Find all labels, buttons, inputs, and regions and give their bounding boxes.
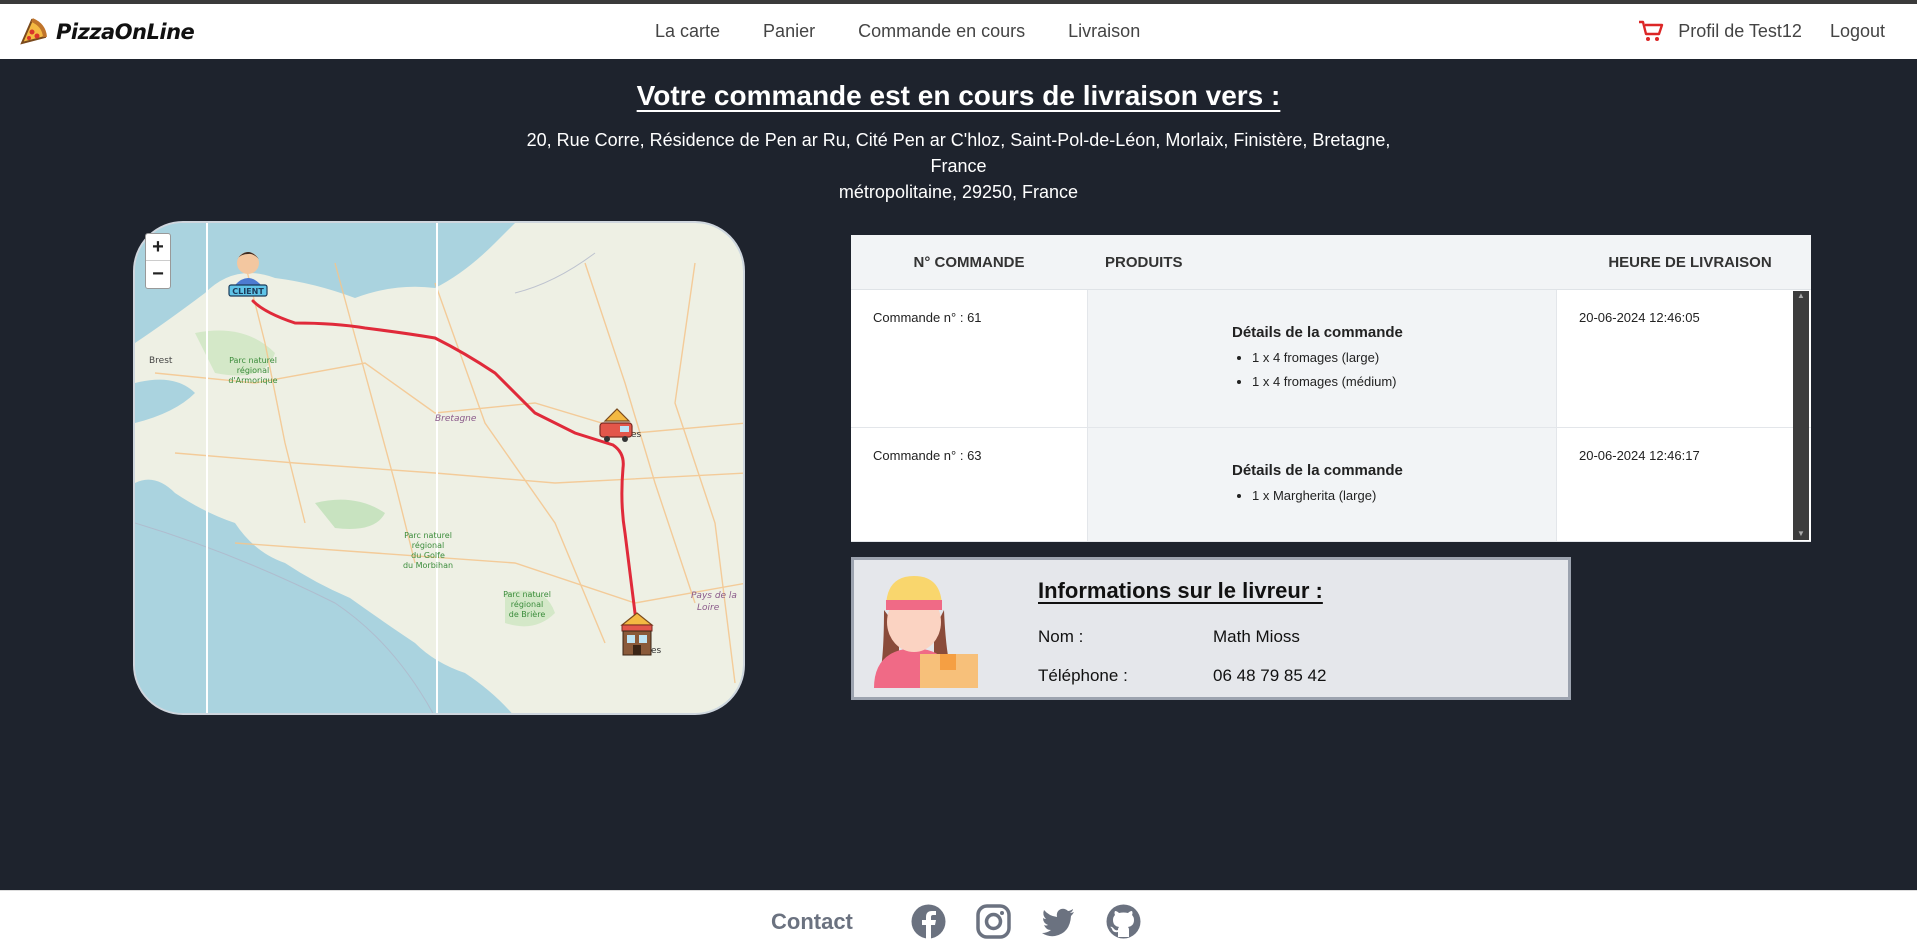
order-number: Commande n° : 63 xyxy=(873,448,982,463)
zoom-out-button[interactable]: − xyxy=(146,261,170,288)
map-label-nantes: es xyxy=(651,646,662,656)
page-title: Votre commande est en cours de livraison… xyxy=(636,80,1281,111)
table-row: Commande n° : 61 Détails de la commande … xyxy=(851,290,1811,428)
order-number: Commande n° : 61 xyxy=(873,310,982,325)
map-label-briere-2: régional xyxy=(511,599,543,609)
map-label-briere-1: Parc naturel xyxy=(503,590,551,599)
map-label-armorique-3: d'Armorique xyxy=(228,376,277,385)
address-line-2: métropolitaine, 29250, France xyxy=(838,182,1079,202)
courier-avatar-icon xyxy=(874,576,978,688)
nav-panier[interactable]: Panier xyxy=(763,21,815,42)
pizza-logo-icon xyxy=(20,18,47,45)
map-zoom-control: + − xyxy=(145,233,171,289)
cart-icon[interactable] xyxy=(1638,19,1664,43)
main-nav: La carte Panier Commande en cours Livrai… xyxy=(655,21,1140,42)
github-icon[interactable] xyxy=(1105,903,1142,940)
delivery-time: 20-06-2024 12:46:05 xyxy=(1579,310,1700,325)
scroll-up-icon[interactable]: ▲ xyxy=(1793,291,1809,300)
map-label-briere-3: de Brière xyxy=(509,609,546,619)
instagram-icon[interactable] xyxy=(975,903,1012,940)
map-label-bretagne: Bretagne xyxy=(435,414,477,424)
table-scrollbar[interactable]: ▲ ▼ xyxy=(1793,291,1809,540)
courier-phone-label: Téléphone : xyxy=(1038,666,1128,685)
courier-title: Informations sur le livreur : xyxy=(1038,578,1323,603)
map-label-brest: Brest xyxy=(149,356,173,366)
list-item: 1 x 4 fromages (médium) xyxy=(1252,374,1556,389)
footer: Contact xyxy=(0,890,1917,950)
facebook-icon[interactable] xyxy=(910,903,947,940)
nav-commande-en-cours[interactable]: Commande en cours xyxy=(858,21,1025,42)
order-items-list: 1 x 4 fromages (large) 1 x 4 fromages (m… xyxy=(1232,350,1556,389)
twitter-icon[interactable] xyxy=(1040,903,1077,940)
list-item: 1 x 4 fromages (large) xyxy=(1252,350,1556,365)
map-label-morbihan-2: régional xyxy=(412,540,444,550)
nav-logout[interactable]: Logout xyxy=(1830,21,1885,42)
map-label-morbihan-4: du Morbihan xyxy=(403,561,453,570)
map-label-pays-loire-2: Loire xyxy=(697,603,720,613)
brand[interactable]: PizzaOnLine xyxy=(18,17,195,47)
footer-contact: Contact xyxy=(771,909,853,934)
orders-table: N° COMMANDE PRODUITS HEURE DE LIVRAISON … xyxy=(851,235,1811,542)
header-order-number: N° COMMANDE xyxy=(913,253,1025,271)
courier-phone-row: Téléphone : 06 48 79 85 42 xyxy=(1038,666,1326,686)
map-label-armorique-1: Parc naturel xyxy=(229,356,277,365)
nav-profile[interactable]: Profil de Test12 xyxy=(1678,21,1802,42)
social-links xyxy=(910,903,1142,940)
header-products: PRODUITS xyxy=(1105,253,1183,271)
delivery-map[interactable]: Brest Bretagne Parc naturel régional d'A… xyxy=(133,221,745,715)
client-marker-label: CLIENT xyxy=(232,287,264,296)
order-items-list: 1 x Margherita (large) xyxy=(1232,488,1556,503)
order-products: Détails de la commande 1 x 4 fromages (l… xyxy=(1087,290,1557,427)
orders-table-header: N° COMMANDE PRODUITS HEURE DE LIVRAISON xyxy=(851,235,1811,290)
courier-name-row: Nom : Math Mioss xyxy=(1038,627,1300,647)
map-label-morbihan-1: Parc naturel xyxy=(404,531,452,540)
courier-info-card: Informations sur le livreur : Nom : Math… xyxy=(851,557,1571,700)
delivery-address: 20, Rue Corre, Résidence de Pen ar Ru, C… xyxy=(500,127,1417,205)
courier-name: Math Mioss xyxy=(1213,627,1300,646)
brand-name: PizzaOnLine xyxy=(56,20,195,44)
nav-right: Profil de Test12 Logout xyxy=(1638,19,1885,43)
nav-livraison[interactable]: Livraison xyxy=(1068,21,1140,42)
nav-la-carte[interactable]: La carte xyxy=(655,21,720,42)
map-label-pays-loire-1: Pays de la xyxy=(691,591,737,601)
navbar: PizzaOnLine La carte Panier Commande en … xyxy=(0,4,1917,59)
address-line-1: 20, Rue Corre, Résidence de Pen ar Ru, C… xyxy=(526,130,1391,176)
map-label-armorique-2: régional xyxy=(237,365,269,375)
map-label-morbihan-3: du Golfe xyxy=(411,551,445,560)
table-row: Commande n° : 63 Détails de la commande … xyxy=(851,428,1811,542)
list-item: 1 x Margherita (large) xyxy=(1252,488,1556,503)
zoom-in-button[interactable]: + xyxy=(146,234,170,261)
header-delivery-time: HEURE DE LIVRAISON xyxy=(1608,253,1772,271)
delivery-time: 20-06-2024 12:46:17 xyxy=(1579,448,1700,463)
courier-name-label: Nom : xyxy=(1038,627,1084,646)
order-products: Détails de la commande 1 x Margherita (l… xyxy=(1087,428,1557,541)
courier-phone: 06 48 79 85 42 xyxy=(1213,666,1327,685)
order-details-title: Détails de la commande xyxy=(1232,324,1403,341)
scroll-down-icon[interactable]: ▼ xyxy=(1793,529,1809,538)
order-details-title: Détails de la commande xyxy=(1232,462,1403,479)
